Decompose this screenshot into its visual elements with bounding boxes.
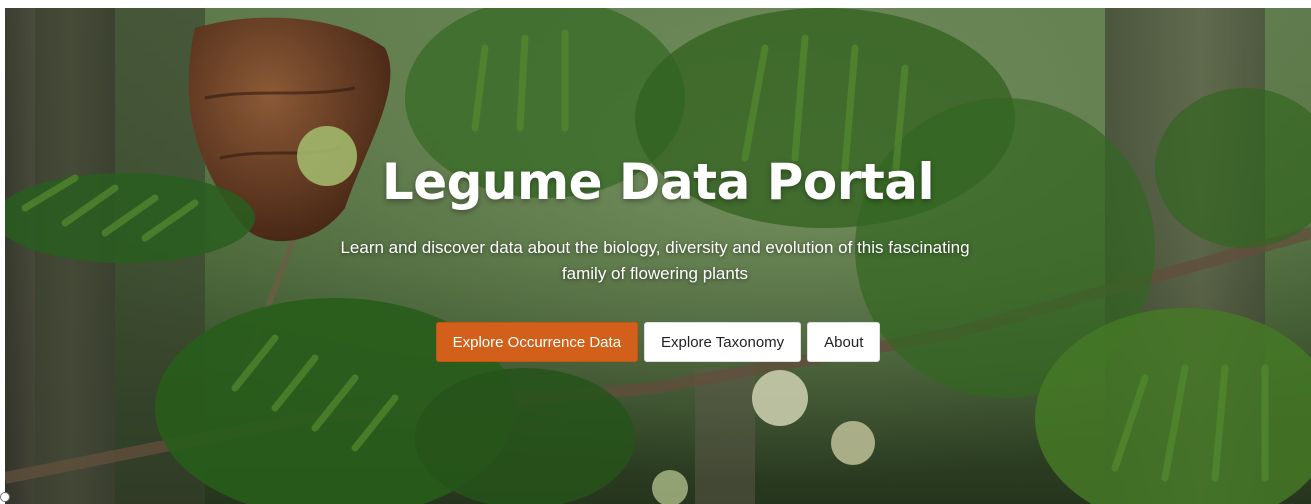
hero-subtitle: Learn and discover data about the biolog… <box>340 238 970 283</box>
hero-button-group: Explore Occurrence Data Explore Taxonomy… <box>5 322 1311 362</box>
hero-content: Legume Data Portal Learn and discover da… <box>5 8 1311 504</box>
hero-section: Legume Data Portal Learn and discover da… <box>5 8 1311 504</box>
about-button[interactable]: About <box>807 322 881 362</box>
page-title: Legume Data Portal <box>381 153 935 211</box>
explore-occurrence-data-button[interactable]: Explore Occurrence Data <box>435 322 639 362</box>
info-icon[interactable] <box>0 492 10 502</box>
explore-taxonomy-button[interactable]: Explore Taxonomy <box>644 322 802 362</box>
